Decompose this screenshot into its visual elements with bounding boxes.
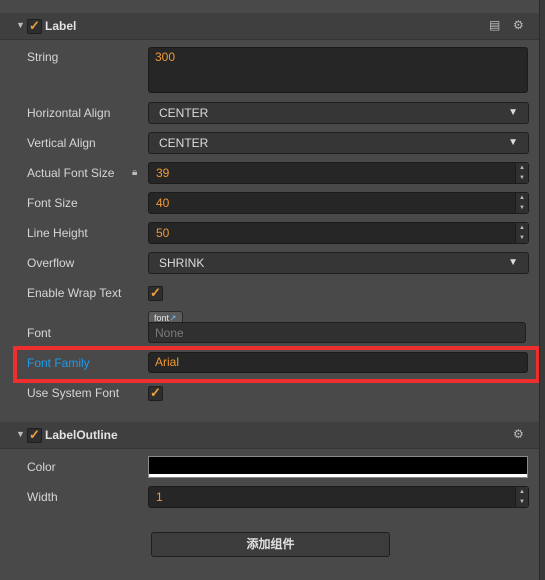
- add-component-button[interactable]: 添加组件: [151, 532, 390, 557]
- step-up-icon[interactable]: ▲: [516, 193, 528, 203]
- dropdown-arrow-icon: ▼: [508, 257, 518, 268]
- label-component-title: Label: [45, 19, 77, 33]
- checkmark-icon: ✓: [29, 427, 40, 442]
- color-label: Color: [27, 460, 56, 474]
- outline-enabled-checkbox[interactable]: ✓: [27, 427, 42, 443]
- overflow-label: Overflow: [27, 256, 75, 270]
- horizontal-align-value: CENTER: [159, 106, 209, 120]
- font-size-input[interactable]: 40 ▲ ▼: [148, 192, 529, 214]
- wrap-text-checkbox[interactable]: ✓: [148, 285, 163, 301]
- line-height-stepper[interactable]: ▲ ▼: [515, 223, 528, 243]
- collapse-arrow-icon[interactable]: ▼: [16, 20, 25, 30]
- alpha-bar: [149, 474, 527, 477]
- red-highlight-box: [13, 346, 540, 383]
- font-size-stepper[interactable]: ▲ ▼: [515, 193, 528, 213]
- font-asset-placeholder: None: [155, 326, 184, 340]
- inspector-panel: ▼ ✓ Label ▤ ⚙ String 300 Horizontal Alig…: [0, 0, 540, 580]
- line-height-input[interactable]: 50 ▲ ▼: [148, 222, 529, 244]
- step-down-icon[interactable]: ▼: [516, 233, 528, 243]
- system-font-label: Use System Font: [27, 386, 120, 400]
- actual-font-size-input[interactable]: 39 ▲ ▼: [148, 162, 529, 184]
- step-up-icon[interactable]: ▲: [516, 223, 528, 233]
- color-picker-swatch[interactable]: [148, 456, 528, 478]
- gear-icon[interactable]: ⚙: [513, 427, 524, 441]
- horizontal-align-select[interactable]: CENTER ▼: [148, 102, 529, 124]
- vertical-align-select[interactable]: CENTER ▼: [148, 132, 529, 154]
- outline-component-title: LabelOutline: [45, 428, 118, 442]
- actual-font-size-value: 39: [156, 166, 170, 180]
- label-enabled-checkbox[interactable]: ✓: [27, 18, 42, 34]
- step-down-icon[interactable]: ▼: [516, 497, 528, 507]
- dropdown-arrow-icon: ▼: [508, 107, 518, 118]
- system-font-checkbox[interactable]: ✓: [148, 385, 163, 401]
- font-size-value: 40: [156, 196, 170, 210]
- dropdown-arrow-icon: ▼: [508, 137, 518, 148]
- gear-icon[interactable]: ⚙: [513, 18, 524, 32]
- actual-font-size-label: Actual Font Size: [27, 166, 115, 180]
- label-component-header[interactable]: ▼ ✓ Label ▤ ⚙: [0, 13, 539, 40]
- string-textarea[interactable]: 300: [148, 47, 528, 93]
- book-icon[interactable]: ▤: [489, 18, 500, 32]
- vertical-align-value: CENTER: [159, 136, 209, 150]
- line-height-value: 50: [156, 226, 170, 240]
- step-down-icon[interactable]: ▼: [516, 203, 528, 213]
- step-up-icon[interactable]: ▲: [516, 487, 528, 497]
- horizontal-align-label: Horizontal Align: [27, 106, 111, 120]
- step-down-icon[interactable]: ▼: [516, 173, 528, 183]
- scrollbar[interactable]: [539, 0, 545, 580]
- checkmark-icon: ✓: [150, 385, 161, 400]
- width-input[interactable]: 1 ▲ ▼: [148, 486, 529, 508]
- checkmark-icon: ✓: [150, 285, 161, 300]
- lock-icon: 🔒︎: [132, 167, 138, 178]
- collapse-arrow-icon[interactable]: ▼: [16, 429, 25, 439]
- line-height-label: Line Height: [27, 226, 88, 240]
- vertical-align-label: Vertical Align: [27, 136, 96, 150]
- font-label: Font: [27, 326, 52, 340]
- overflow-select[interactable]: SHRINK ▼: [148, 252, 529, 274]
- actual-font-size-stepper[interactable]: ▲ ▼: [515, 163, 528, 183]
- overflow-value: SHRINK: [159, 256, 205, 270]
- width-label: Width: [27, 490, 58, 504]
- font-size-label: Font Size: [27, 196, 78, 210]
- string-label: String: [27, 50, 59, 64]
- width-value: 1: [156, 490, 163, 504]
- wrap-text-label: Enable Wrap Text: [27, 286, 122, 300]
- outline-component-header[interactable]: ▼ ✓ LabelOutline ⚙: [0, 422, 539, 449]
- font-asset-field[interactable]: None: [148, 322, 526, 343]
- step-up-icon[interactable]: ▲: [516, 163, 528, 173]
- width-stepper[interactable]: ▲ ▼: [515, 487, 528, 507]
- checkmark-icon: ✓: [29, 18, 40, 33]
